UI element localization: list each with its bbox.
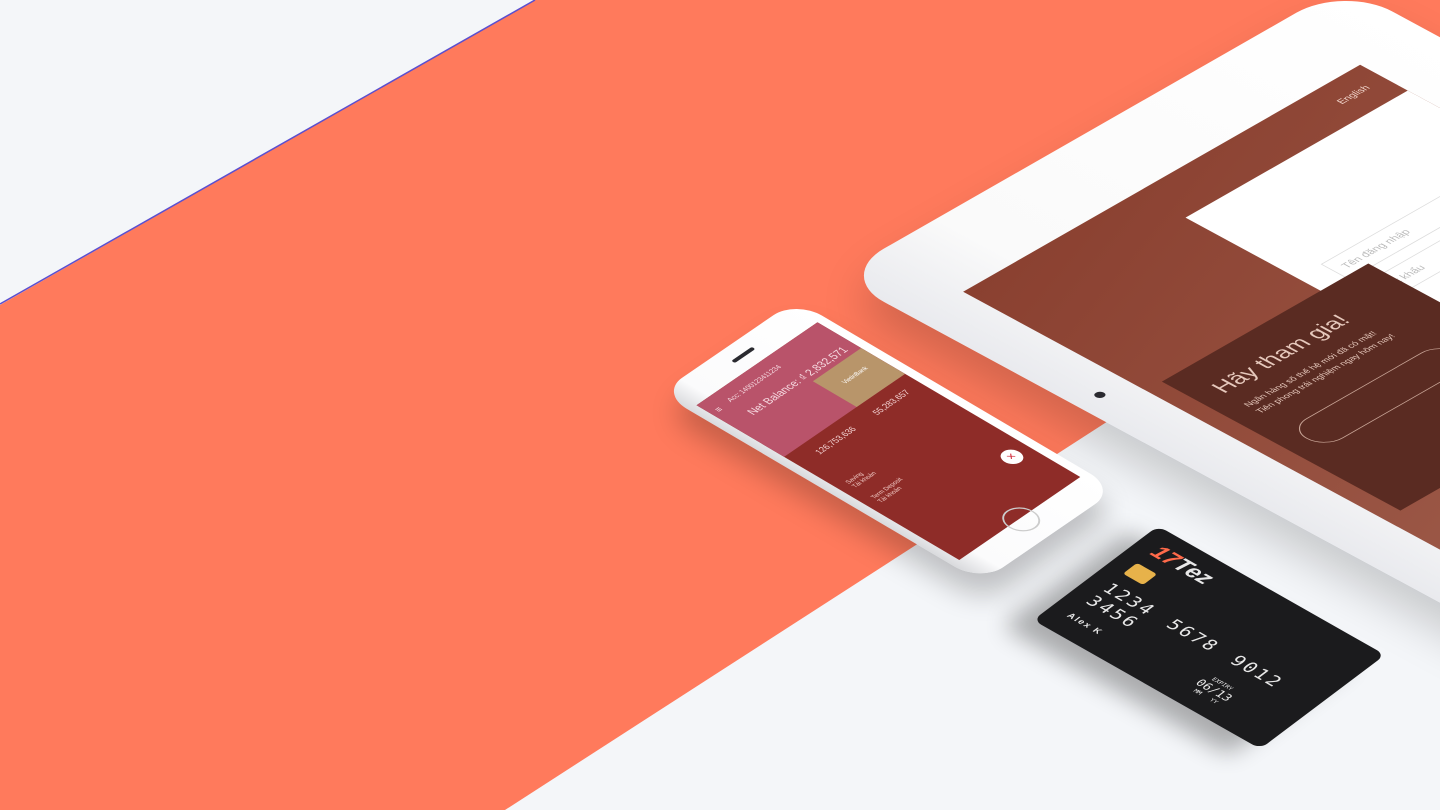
list-item[interactable]: Term Deposit Tài khoản (869, 477, 911, 504)
hamburger-icon[interactable]: ≡ (712, 405, 726, 414)
chip-icon (1122, 562, 1158, 585)
language-selector[interactable]: English (1335, 84, 1373, 106)
camera-icon (1091, 390, 1108, 400)
list-item[interactable]: Saving Tài khoản (844, 467, 878, 488)
join-panel: Hãy tham gia! Ngân hàng số thế hệ mới đã… (1161, 263, 1440, 511)
speaker (731, 346, 756, 364)
close-button[interactable]: × (995, 446, 1028, 467)
